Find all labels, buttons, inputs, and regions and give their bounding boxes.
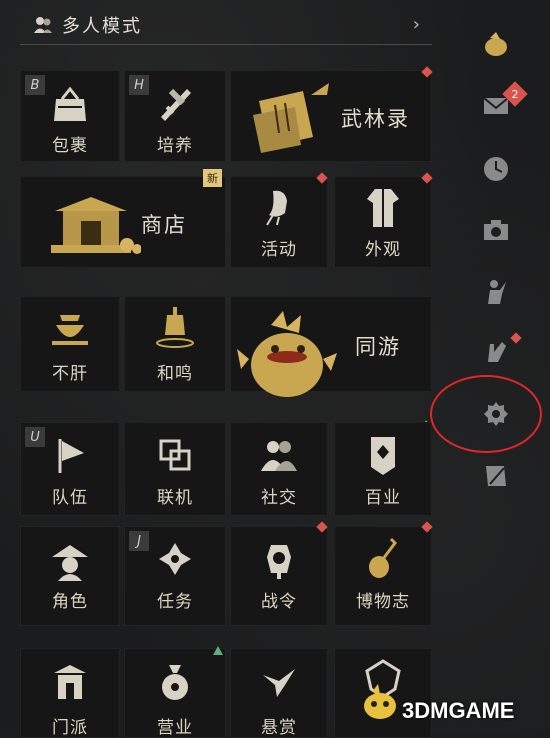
sword-icon	[161, 88, 191, 121]
tile-label: 队伍	[52, 488, 88, 508]
tile-row6c[interactable]: 悬赏	[230, 648, 328, 738]
tile-renwu[interactable]: J 任务	[124, 526, 226, 626]
tile-label: 角色	[52, 592, 88, 612]
tile-heming[interactable]: 和鸣	[124, 296, 226, 392]
tile-label: 联机	[157, 488, 193, 508]
tile-row6b[interactable]: 营业	[124, 648, 226, 738]
tile-label: 战令	[261, 592, 297, 612]
tile-huodong[interactable]: 活动	[230, 176, 328, 268]
gate-icon	[54, 665, 86, 699]
tile-label: 百业	[365, 488, 401, 508]
tile-bowuzhi[interactable]: 博物志	[334, 526, 432, 626]
tile-waiguan[interactable]: 外观	[334, 176, 432, 268]
gesture-icon[interactable]	[482, 338, 510, 366]
page-title: 多人模式	[62, 16, 142, 37]
hotkey-badge: U	[25, 427, 45, 447]
bird-icon	[266, 190, 287, 226]
tile-wulinlu[interactable]: 武林录	[230, 70, 432, 162]
tile-zhanling[interactable]: 战令	[230, 526, 328, 626]
tile-tongyou[interactable]: 同游	[230, 296, 432, 397]
flag-icon	[58, 439, 84, 473]
crane-icon	[263, 669, 295, 697]
new-badge: 新	[203, 169, 222, 187]
tile-label: 活动	[261, 240, 297, 260]
tile-label: 和鸣	[157, 364, 193, 384]
tile-label: 包裹	[52, 136, 88, 156]
tile-label: 博物志	[356, 592, 410, 612]
tile-baoguo[interactable]: B 包裹	[20, 70, 120, 162]
multiplayer-mode-header[interactable]: 多人模式 ›	[20, 6, 432, 45]
tile-row6a[interactable]: 门派	[20, 648, 120, 738]
card-icon[interactable]	[482, 462, 510, 490]
character-hat-icon	[52, 545, 88, 581]
tile-peiyang[interactable]: H 培养	[124, 70, 226, 162]
pipa-instrument-icon	[369, 537, 397, 578]
hotkey-badge: J	[129, 531, 149, 551]
tile-baiye[interactable]: 百业	[334, 422, 432, 516]
tile-shejiao[interactable]: 社交	[230, 422, 328, 516]
tile-duiwu[interactable]: U 队伍	[20, 422, 120, 516]
tile-label: 不肝	[52, 364, 88, 384]
tile-label: 社交	[261, 488, 297, 508]
bell-icon	[156, 307, 194, 348]
tile-shangdian[interactable]: 商店 新	[20, 169, 226, 268]
people-icon	[34, 17, 52, 33]
social-icon	[261, 441, 297, 471]
tile-label: 营业	[157, 718, 193, 738]
side-toolbar	[462, 0, 550, 731]
pose-figure-icon[interactable]	[482, 278, 510, 306]
tile-label: 任务	[157, 592, 193, 612]
link-knot-icon	[159, 439, 191, 471]
quest-flower-icon	[159, 543, 191, 575]
tile-label: 门派	[52, 718, 88, 738]
watermark-logo	[364, 684, 396, 719]
scroll-book-icon	[253, 83, 329, 153]
tile-label: 悬赏	[261, 718, 297, 738]
annotation-circle	[430, 375, 542, 453]
hotkey-badge: H	[129, 75, 149, 95]
robe-icon	[367, 189, 399, 227]
tile-label: 商店	[141, 213, 187, 237]
watermark-text: 3DMGAME	[402, 698, 515, 723]
tile-label: 培养	[157, 136, 193, 156]
tile-bugan[interactable]: 不肝	[20, 296, 120, 392]
chevron-right-icon[interactable]: ›	[413, 14, 420, 35]
bundle-icon	[54, 86, 86, 121]
lantern-token-icon	[267, 545, 291, 579]
notification-triangle	[213, 646, 223, 655]
tile-lianji[interactable]: 联机	[124, 422, 226, 516]
tile-juese[interactable]: 角色	[20, 526, 120, 626]
money-bag-icon	[162, 665, 188, 700]
banner-icon	[371, 437, 395, 475]
mascot-avatar-icon[interactable]	[482, 30, 510, 58]
hotkey-badge: B	[25, 75, 45, 95]
clock-icon[interactable]	[482, 155, 510, 183]
tile-label: 外观	[365, 240, 401, 260]
tile-label: 武林录	[341, 107, 410, 131]
tile-label: 同游	[355, 335, 401, 359]
teacup-icon	[52, 315, 88, 345]
menu-panel: 多人模式 › B 包裹 H 培养 武林录 商店 新 活动 外观 不肝 和鸣 同游…	[0, 0, 446, 738]
shop-building-icon	[51, 197, 141, 254]
camera-icon[interactable]	[482, 216, 510, 244]
mascot-bird-icon	[237, 311, 337, 397]
